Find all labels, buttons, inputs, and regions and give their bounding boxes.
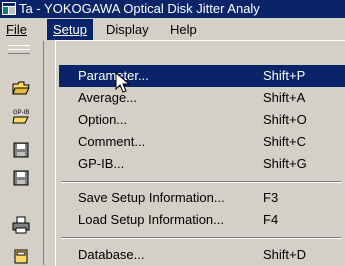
menu-item-shortcut: Shift+O	[263, 112, 307, 127]
database-icon[interactable]	[12, 247, 30, 265]
menu-separator	[61, 181, 341, 183]
menu-item-shortcut: Shift+G	[263, 156, 307, 171]
menu-separator	[61, 237, 341, 239]
menu-setup[interactable]: Setup	[47, 19, 93, 40]
menu-setup-label: Setup	[53, 22, 87, 37]
menu-item-database[interactable]: Database... Shift+D	[59, 244, 345, 266]
menu-item-label: Save Setup Information...	[78, 190, 225, 205]
menu-item-label: Parameter...	[78, 68, 149, 83]
menu-item-save-setup[interactable]: Save Setup Information... F3	[59, 187, 345, 209]
menu-item-label: Option...	[78, 112, 128, 127]
menu-help-label: Help	[170, 22, 197, 37]
menu-item-shortcut: Shift+P	[263, 68, 306, 83]
gpib-icon[interactable]: GP-IB	[12, 107, 30, 125]
menu-item-shortcut: F3	[263, 190, 279, 205]
printer-icon[interactable]	[12, 216, 30, 234]
menu-item-load-setup[interactable]: Load Setup Information... F4	[59, 209, 345, 231]
menu-item-average[interactable]: Average... Shift+A	[59, 87, 345, 109]
menu-item-gpib[interactable]: GP-IB... Shift+G	[59, 153, 345, 175]
menu-file[interactable]: File	[0, 19, 33, 40]
app-icon	[2, 2, 16, 15]
menu-file-label: File	[6, 22, 27, 37]
save-disk-icon[interactable]	[12, 141, 30, 159]
menu-item-shortcut: Shift+D	[263, 247, 306, 262]
title-bar: Ta - YOKOGAWA Optical Disk Jitter Analy	[0, 0, 345, 18]
menu-bar: File Setup Display Help	[0, 19, 345, 40]
menu-display[interactable]: Display	[100, 19, 155, 40]
menu-item-shortcut: Shift+A	[263, 90, 306, 105]
menu-item-label: Load Setup Information...	[78, 212, 224, 227]
menu-item-label: Database...	[78, 247, 145, 262]
toolbar-separator	[43, 41, 44, 265]
menu-item-comment[interactable]: Comment... Shift+C	[59, 131, 345, 153]
mouse-pointer-icon	[115, 72, 131, 93]
menu-help[interactable]: Help	[164, 19, 203, 40]
menu-item-option[interactable]: Option... Shift+O	[59, 109, 345, 131]
svg-text:GP-IB: GP-IB	[13, 110, 29, 116]
open-folder-icon[interactable]	[12, 79, 30, 97]
window-title: Ta - YOKOGAWA Optical Disk Jitter Analy	[19, 1, 260, 16]
menu-item-label: Comment...	[78, 134, 146, 149]
side-toolbar: GP-IB	[0, 41, 44, 265]
menu-display-label: Display	[106, 22, 149, 37]
save-disk-icon-2[interactable]	[12, 169, 30, 187]
menu-item-shortcut: Shift+C	[263, 134, 306, 149]
setup-dropdown-menu: Parameter... Shift+P Average... Shift+A …	[55, 40, 345, 266]
menu-item-shortcut: F4	[263, 212, 279, 227]
toolbar-grip-line	[8, 49, 30, 54]
menu-item-label: GP-IB...	[78, 156, 125, 171]
menu-item-parameter[interactable]: Parameter... Shift+P	[59, 65, 345, 87]
